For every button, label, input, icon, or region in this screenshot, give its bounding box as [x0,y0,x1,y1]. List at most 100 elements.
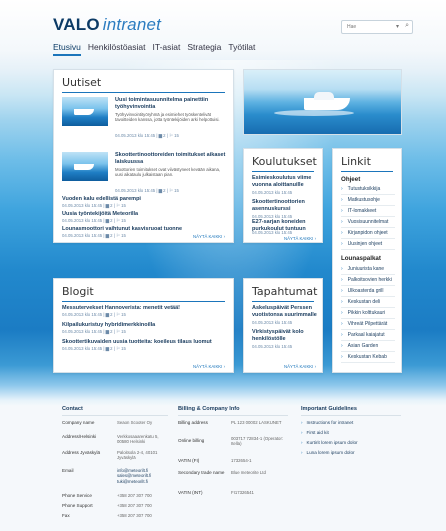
site-footer: Contact Billing & Company Info Important… [0,406,446,531]
training-headline-1[interactable]: Esimieskoulutus viime vuonna aloittanuil… [252,175,318,189]
events-show-all-link[interactable]: NÄYTÄ KAIKKI › [284,364,316,369]
link-item[interactable]: › Juniuurista kane [341,266,395,275]
link-item[interactable]: › Vuosisuunnitelmat [341,219,395,228]
news-meta-2: 04.05.2013 klo 15:45 | ▆ 2 | ⚐ 15 [115,188,179,193]
event-headline-1[interactable]: Askeluspäivät Perssen vuotistonsa suurim… [252,305,318,319]
links-title-rule [341,171,393,172]
footer-label: VATIN (INT) [178,490,203,495]
footer-value: +358 207 307 700 [117,493,152,498]
chevron-right-icon: › [341,321,343,327]
footer-guidelines-title: Important Guidelines [301,406,357,412]
event-meta-2: 04.05.2013 klo 15:45 [252,344,293,349]
tab-henkilostoasiat[interactable]: Henkilöstöasiat [88,42,146,56]
chevron-down-icon[interactable]: ▾ [396,23,399,30]
link-item[interactable]: › Vihreät Pilpettärät [341,321,395,330]
chevron-right-icon: › [341,277,343,283]
chevron-right-icon: › [341,332,343,338]
link-item[interactable]: › Matkustusohje [341,197,395,206]
footer-value: FI17326541 [231,490,254,495]
link-item[interactable]: › Palkoitsovien herkki [341,277,395,286]
search-placeholder: Hae [347,24,357,30]
news-headline-1[interactable]: Uusi toimintasuunnitelma painettiin työh… [115,97,227,111]
search-icon[interactable]: ⌕ [405,22,409,30]
training-meta-1: 04.05.2013 klo 15:45 [252,190,293,195]
tab-etusivu[interactable]: Etusivu [53,42,81,56]
chevron-right-icon: › [341,197,343,203]
chevron-right-icon: › [341,354,343,360]
site-logo[interactable]: VALO intranet [53,15,161,35]
tab-strategia[interactable]: Strategia [187,42,221,56]
links-group-ohjeet-title: Ohjeet [341,176,361,183]
footer-divider [178,415,288,416]
link-item[interactable]: › Parkaal kaiajatut [341,332,395,341]
chevron-right-icon: › [301,450,303,455]
news-thumbnail-2[interactable] [62,152,108,181]
footer-value: Verkkosaaarenkatu 5, 00580 Helsinki [117,434,159,445]
footer-label: Fax [62,513,70,518]
training-meta-3: 04.05.2013 klo 15:45 [252,230,293,235]
guideline-link[interactable]: › First aid kit [301,430,329,435]
footer-label: Email [62,468,74,473]
tab-tyotilat[interactable]: Työtilat [228,42,255,56]
tab-it-asiat[interactable]: IT-asiat [153,42,181,56]
blogs-show-all-link[interactable]: NÄYTÄ KAIKKI › [193,364,225,369]
chevron-right-icon: › [341,219,343,225]
link-item[interactable]: › Keskustan deli [341,299,395,308]
trainings-panel: Koulutukset Esimieskoulutus viime vuonna… [243,148,323,243]
logo-bold-text: VALO [53,15,100,34]
intranet-page: VALO intranet Hae ▾ ⌕ Etusivu Henkilöstöa… [0,0,446,531]
news-item-headline[interactable]: Lounasmoottori vaihtunut kasvisruoat tuo… [62,226,182,233]
events-title: Tapahtumat [252,285,318,298]
event-headline-2[interactable]: Virkistyspäivät kolo henkilöstölle [252,329,318,343]
footer-contact-title: Contact [62,406,83,412]
link-item[interactable]: › Kirjanpidon ohjeet [341,230,395,239]
search-input[interactable]: Hae ▾ ⌕ [341,20,413,34]
guideline-link[interactable]: › Luna lorem ipsum dolor [301,450,355,455]
blog-headline[interactable]: Skoottertikuvaiden uusia tuotteita: koei… [62,339,212,346]
link-item[interactable]: › IT-lomakkeet [341,208,395,217]
footer-label: Company name [62,420,95,425]
footer-label: Phone Support [62,503,93,508]
news-item-meta: 04.05.2013 klo 15:45 | ▆ 2 | ⚐ 15 [62,218,126,223]
hero-boat-image [243,69,402,135]
footer-value: Paloitsola 2-4, 40101 Jyväskylä [117,450,158,461]
blog-headline[interactable]: Kilpailukuristuy hybridimerkkinoilla [62,322,155,329]
guideline-link[interactable]: › Kurtirit lorem ipsum dolor [301,440,358,445]
news-headline-2[interactable]: Skoottertinoottoreiden toimitukset aikas… [115,152,227,166]
trainings-title: Koulutukset [252,155,317,168]
chevron-right-icon: › [341,230,343,236]
footer-value: PL 123 00002 LASKUNET [231,420,282,425]
link-item[interactable]: › Pikkin kolttukauri [341,310,395,319]
blog-meta: 04.05.2013 klo 15:45 | ▆ 2 | ⚐ 15 [62,329,126,334]
training-headline-2[interactable]: Skoottertinoottorien asennuskurssi [252,199,318,213]
events-panel: Tapahtumat Askeluspäivät Perssen vuotist… [243,278,323,373]
main-navigation: Etusivu Henkilöstöasiat IT-asiat Strateg… [53,42,255,56]
footer-label: Billing address [178,420,208,425]
chevron-right-icon: › [341,343,343,349]
trainings-show-all-link[interactable]: NÄYTÄ KAIKKI › [284,236,316,241]
news-show-all-link[interactable]: NÄYTÄ KAIKKI › [193,234,225,239]
link-item[interactable]: › Uusinjen ohjeet [341,241,395,250]
news-item-headline[interactable]: Uusia työntekijöitä Meteorilla [62,211,138,218]
blog-headline[interactable]: Messutervekset Hannoverista: menetit vet… [62,305,180,312]
guideline-link[interactable]: › Instructions for intranet [301,420,353,425]
link-item[interactable]: › Asian Garden [341,343,395,352]
chevron-right-icon: › [341,186,343,192]
chevron-right-icon: › [301,440,303,445]
news-title: Uutiset [62,76,102,89]
footer-label: VATIN (FI) [178,458,200,463]
footer-value: Blue meteorite Ltd [231,470,266,475]
news-item-headline[interactable]: Vuoden kalu edellistä parempi [62,196,141,203]
footer-value: +358 207 307 700 [117,503,152,508]
footer-value: Seaon Scooter Oy [117,420,153,425]
link-item[interactable]: › Ulkoasterda grill [341,288,395,297]
chevron-right-icon: › [301,420,303,425]
chevron-right-icon: › [341,288,343,294]
blogs-title: Blogit [62,285,94,298]
news-thumbnail-1[interactable] [62,97,108,126]
link-item[interactable]: › Tutustuksikkija [341,186,395,195]
footer-email-value[interactable]: info@meteorilt.fi sales@meteorilt.fi tuk… [117,468,171,484]
boat-wake [274,110,354,116]
news-item-meta: 04.05.2013 klo 15:45 | ▆ 2 | ⚐ 15 [62,203,126,208]
link-item[interactable]: › Keskustan Kebab [341,354,395,363]
